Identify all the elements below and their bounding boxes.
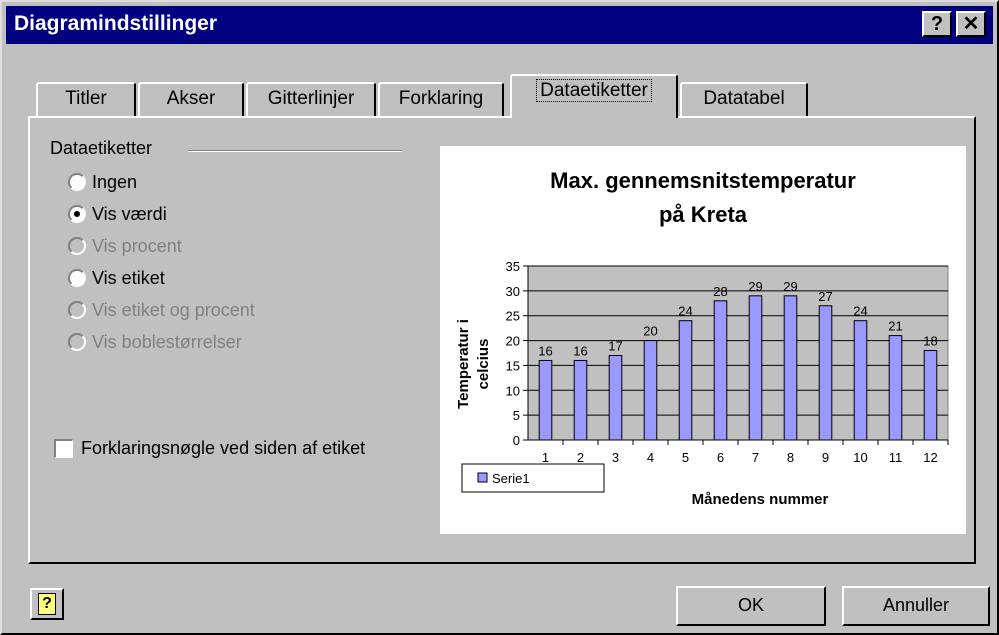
plot-area: 0 5 10 15 20 25 30 35 16 1 16 2 17 3 20 4 24 5 28 6 29 7 29 8 27… (506, 259, 949, 465)
help-title-button[interactable]: ? (922, 11, 952, 37)
data-label-10: 24 (853, 304, 867, 319)
tab-akser[interactable]: Akser (138, 82, 244, 116)
x-tick-label-4: 4 (647, 450, 654, 465)
y-axis-title: Temperatur i celcius (455, 319, 492, 409)
chart-options-dialog: Diagramindstillinger ? ✕ Titler Akser Gi… (0, 0, 999, 635)
tab-forklaring[interactable]: Forklaring (378, 82, 504, 116)
chart-svg: Max. gennemsnitstemperatur på Kreta Temp… (455, 168, 949, 508)
y-axis-title-line-2: celcius (475, 339, 492, 390)
x-tick-label-2: 2 (577, 450, 584, 465)
tab-titler[interactable]: Titler (36, 82, 136, 116)
chart-title-line-1: Max. gennemsnitstemperatur (550, 168, 856, 193)
tab-panel-dataetiketter: Dataetiketter Ingen Vis værdi Vis procen… (28, 116, 976, 564)
x-tick-label-8: 8 (787, 450, 794, 465)
bar-12 (923, 350, 938, 441)
tab-dataetiketter[interactable]: Dataetiketter (510, 74, 678, 118)
group-divider (188, 150, 402, 152)
bar-1 (538, 359, 553, 441)
ok-button[interactable]: OK (676, 586, 826, 626)
bar-5 (678, 320, 693, 441)
radio-vis-procent: Vis procent (68, 236, 182, 257)
bar-10 (853, 320, 868, 441)
radio-label: Vis etiket (92, 268, 165, 288)
x-tick-label-9: 9 (822, 450, 829, 465)
data-label-5: 24 (678, 304, 692, 319)
x-tick-label-5: 5 (682, 450, 689, 465)
x-tick-label-10: 10 (853, 450, 867, 465)
radio-button-disabled (68, 333, 86, 351)
y-tick-label-35: 35 (506, 259, 520, 274)
x-tick-label-7: 7 (752, 450, 759, 465)
tab-gitterlinjer[interactable]: Gitterlinjer (246, 82, 376, 116)
data-label-2: 16 (573, 343, 587, 358)
bar-8 (783, 295, 798, 441)
x-tick-label-11: 11 (889, 450, 903, 465)
radio-label: Vis værdi (92, 204, 167, 224)
radio-label: Vis etiket og procent (92, 300, 255, 320)
data-label-11: 21 (888, 319, 902, 334)
radio-vis-boblestorrelser: Vis boblestørrelser (68, 332, 242, 353)
y-tick-label-5: 5 (513, 408, 520, 423)
close-icon[interactable]: ✕ (956, 11, 986, 37)
help-icon: ? (38, 593, 56, 615)
bar-2 (573, 359, 588, 441)
checkbox-label: Forklaringsnøgle ved siden af etiket (81, 438, 366, 458)
chart-title-line-2: på Kreta (659, 202, 748, 227)
data-label-3: 17 (608, 338, 622, 353)
radio-button-disabled (68, 301, 86, 319)
x-tick-label-3: 3 (612, 450, 619, 465)
plot-background (527, 265, 949, 441)
bar-6 (713, 300, 728, 441)
x-tick-label-6: 6 (717, 450, 724, 465)
radio-button-disabled (68, 237, 86, 255)
tab-datatabel[interactable]: Datatabel (680, 82, 808, 116)
bar-11 (888, 335, 903, 441)
radio-button[interactable] (68, 173, 86, 191)
tab-strip: Titler Akser Gitterlinjer Forklaring Dat… (2, 74, 997, 118)
data-label-8: 29 (783, 279, 797, 294)
bar-3 (608, 354, 623, 441)
y-tick-label-0: 0 (513, 433, 520, 448)
data-labels-group-label: Dataetiketter (50, 138, 153, 158)
data-label-1: 16 (538, 343, 552, 358)
data-label-6: 28 (713, 284, 727, 299)
cancel-button[interactable]: Annuller (842, 586, 990, 626)
bar-9 (818, 305, 833, 441)
x-axis-title: Månedens nummer (692, 491, 829, 508)
help-button[interactable]: ? (30, 588, 64, 620)
radio-label: Vis boblestørrelser (92, 332, 242, 352)
legend-swatch (477, 472, 488, 483)
radio-vis-etiket-og-procent: Vis etiket og procent (68, 300, 255, 321)
y-tick-label-30: 30 (506, 284, 520, 299)
radio-ingen[interactable]: Ingen (68, 172, 137, 193)
legend-key-checkbox-row[interactable]: Forklaringsnøgle ved siden af etiket (54, 438, 365, 459)
radio-label: Vis procent (92, 236, 182, 256)
y-tick-label-20: 20 (506, 334, 520, 349)
legend-entry-serie1: Serie1 (492, 471, 530, 486)
radio-button[interactable] (68, 269, 86, 287)
radio-vis-vaerdi[interactable]: Vis værdi (68, 204, 167, 225)
data-label-4: 20 (643, 324, 657, 339)
y-tick-label-25: 25 (506, 309, 520, 324)
bar-4 (643, 340, 658, 441)
bar-7 (748, 295, 763, 441)
data-label-7: 29 (748, 279, 762, 294)
radio-vis-etiket[interactable]: Vis etiket (68, 268, 165, 289)
data-label-9: 27 (818, 289, 832, 304)
x-tick-label-1: 1 (542, 450, 549, 465)
title-bar: Diagramindstillinger ? ✕ (6, 6, 993, 44)
chart-preview: Max. gennemsnitstemperatur på Kreta Temp… (440, 146, 966, 534)
x-tick-label-12: 12 (923, 450, 937, 465)
y-tick-label-15: 15 (506, 358, 520, 373)
y-axis-title-line-1: Temperatur i (455, 319, 472, 409)
legend-key-checkbox[interactable] (54, 439, 73, 458)
radio-label: Ingen (92, 172, 138, 192)
data-label-12: 18 (923, 334, 937, 349)
dialog-title: Diagramindstillinger (14, 12, 218, 35)
radio-button-selected[interactable] (68, 205, 86, 223)
y-tick-label-10: 10 (506, 383, 520, 398)
